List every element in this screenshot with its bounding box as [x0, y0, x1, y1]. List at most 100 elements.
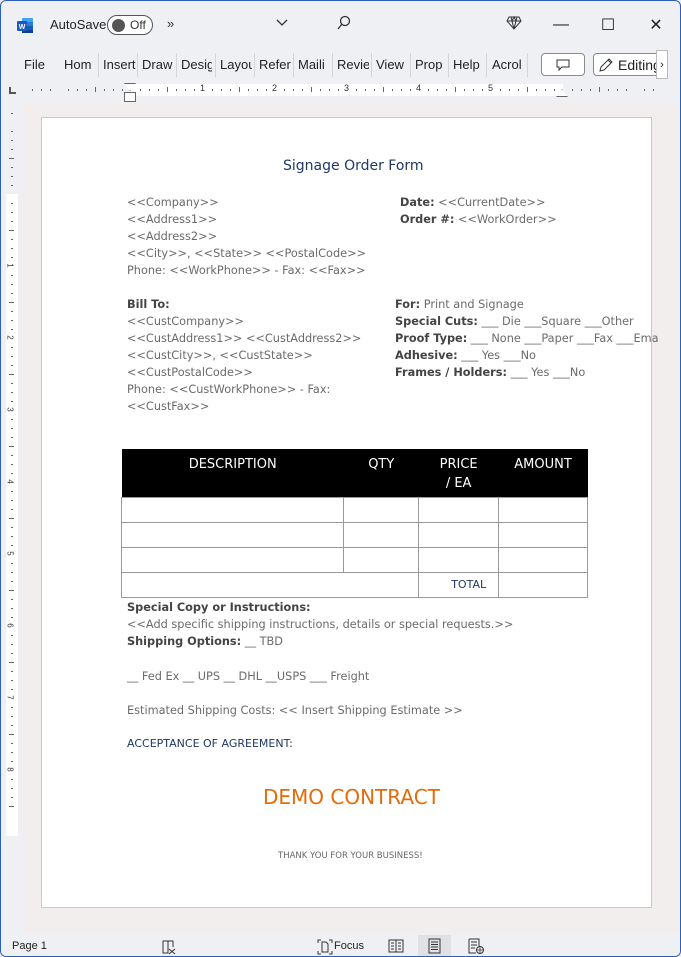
- ruler-tick: [401, 89, 402, 91]
- tab-view[interactable]: View: [376, 57, 408, 75]
- option-label: Frames / Holders:: [395, 366, 507, 379]
- table-cell[interactable]: [418, 546, 500, 573]
- tab-layout[interactable]: Layou: [220, 57, 252, 75]
- ribbon-scroll-right[interactable]: ›: [656, 50, 668, 79]
- word-icon[interactable]: W: [17, 17, 34, 34]
- tab-divider: [215, 53, 216, 77]
- word-window: W AutoSave Off » — ☐ ✕ File Hom Insert D…: [0, 0, 681, 957]
- maximize-button[interactable]: ☐: [596, 13, 620, 37]
- tab-file[interactable]: File: [24, 57, 45, 75]
- ruler-number: 6: [5, 623, 15, 628]
- comments-button[interactable]: [541, 53, 585, 76]
- focus-button[interactable]: Focus: [334, 940, 364, 952]
- bill-to-line: <<CustAddress1>> <<CustAddress2>>: [127, 332, 362, 345]
- ruler-tick: [500, 89, 501, 91]
- ruler-tick: [11, 428, 13, 429]
- ruler-tick: [653, 89, 654, 91]
- table-cell[interactable]: [418, 496, 500, 523]
- ruler-tick: [230, 89, 231, 91]
- address2-line: <<Address2>>: [127, 230, 218, 243]
- tab-selector[interactable]: [9, 87, 16, 94]
- diamond-icon[interactable]: [506, 15, 522, 31]
- table-cell[interactable]: [120, 571, 420, 598]
- total-label: TOTAL: [418, 571, 500, 598]
- tab-insert[interactable]: Insert: [103, 57, 136, 75]
- ruler-text-area: [6, 194, 18, 836]
- autosave-toggle[interactable]: Off: [107, 15, 153, 35]
- tab-design[interactable]: Desig: [181, 57, 212, 75]
- ruler-tick: [86, 89, 87, 91]
- ruler-tick: [11, 716, 13, 717]
- ruler-tick: [140, 89, 141, 91]
- table-cell[interactable]: [120, 521, 345, 548]
- ruler-tick: [428, 89, 429, 91]
- bill-to-line: <<CustCity>>, <<CustState>>: [127, 349, 313, 362]
- proofing-icon[interactable]: [161, 939, 177, 955]
- table-cell[interactable]: [343, 496, 420, 523]
- table-cell[interactable]: [120, 546, 345, 573]
- tab-divider: [448, 53, 449, 77]
- ruler-tick: [11, 500, 13, 501]
- ruler-tick: [11, 392, 13, 393]
- option-value: Print and Signage: [420, 298, 524, 311]
- more-commands-button[interactable]: »: [167, 16, 174, 31]
- table-cell[interactable]: [498, 496, 588, 523]
- ruler-tick: [311, 87, 312, 92]
- chevron-down-icon[interactable]: [275, 15, 289, 29]
- option-value: ___ Yes ___No: [457, 349, 536, 362]
- ruler-tick: [11, 788, 13, 789]
- editing-label: Editing: [618, 56, 661, 73]
- close-button[interactable]: ✕: [644, 13, 668, 37]
- ruler-tick: [11, 599, 13, 600]
- focus-icon[interactable]: [317, 939, 333, 955]
- table-cell[interactable]: [343, 546, 420, 573]
- table-row: [120, 546, 588, 573]
- ruler-tick: [248, 89, 249, 91]
- minimize-button[interactable]: —: [549, 13, 573, 37]
- ruler-number: 3: [5, 407, 15, 412]
- table-cell[interactable]: [418, 521, 500, 548]
- ruler-tick: [11, 275, 13, 276]
- page-number[interactable]: Page 1: [12, 940, 47, 952]
- ruler-tick: [392, 89, 393, 91]
- ruler-tick: [9, 806, 14, 807]
- table-cell[interactable]: [120, 496, 345, 523]
- editing-mode-button[interactable]: Editing: [593, 53, 663, 76]
- tab-divider: [176, 53, 177, 77]
- search-icon[interactable]: [336, 15, 352, 31]
- ruler-tick: [509, 89, 510, 91]
- ruler-tick: [581, 89, 582, 91]
- ruler-tick: [536, 89, 537, 91]
- tab-draw[interactable]: Draw: [142, 57, 174, 75]
- ruler-tick: [11, 473, 13, 474]
- ruler-tick: [11, 356, 13, 357]
- tab-references[interactable]: Refer: [259, 57, 291, 75]
- table-cell[interactable]: [343, 521, 420, 548]
- total-value[interactable]: [498, 571, 588, 598]
- vertical-ruler[interactable]: 1 2 3 4 5 6 7 8: [6, 106, 18, 836]
- tab-acrobat[interactable]: Acrol: [492, 57, 524, 75]
- table-cell[interactable]: [498, 546, 588, 573]
- special-copy-value: <<Add specific shipping instructions, de…: [127, 618, 514, 631]
- ruler-tick: [11, 707, 13, 708]
- left-indent-marker[interactable]: [124, 92, 136, 102]
- web-layout-icon[interactable]: [468, 938, 484, 954]
- ruler-tick: [608, 89, 609, 91]
- ruler-tick: [455, 87, 456, 92]
- ruler-tick: [9, 662, 14, 663]
- tab-properties[interactable]: Prop: [415, 57, 446, 75]
- option-value: ___ Yes ___No: [507, 366, 586, 379]
- tab-mailings[interactable]: Maili: [298, 57, 330, 75]
- option-label: Proof Type:: [395, 332, 468, 345]
- date-label: Date:: [400, 196, 435, 209]
- read-mode-icon[interactable]: [388, 939, 404, 953]
- print-layout-icon[interactable]: [428, 938, 441, 954]
- tab-home[interactable]: Hom: [64, 57, 94, 75]
- tab-review[interactable]: Revie: [337, 57, 369, 75]
- order-table: DESCRIPTION QTY PRICE / EA AMOUNT TOTAL: [120, 449, 588, 598]
- tab-help[interactable]: Help: [453, 57, 483, 75]
- company-block: <<Company>> <<Address1>> <<Address2>> <<…: [127, 194, 366, 279]
- ruler-tick: [9, 302, 14, 303]
- table-cell[interactable]: [498, 521, 588, 548]
- ruler-tick: [11, 527, 13, 528]
